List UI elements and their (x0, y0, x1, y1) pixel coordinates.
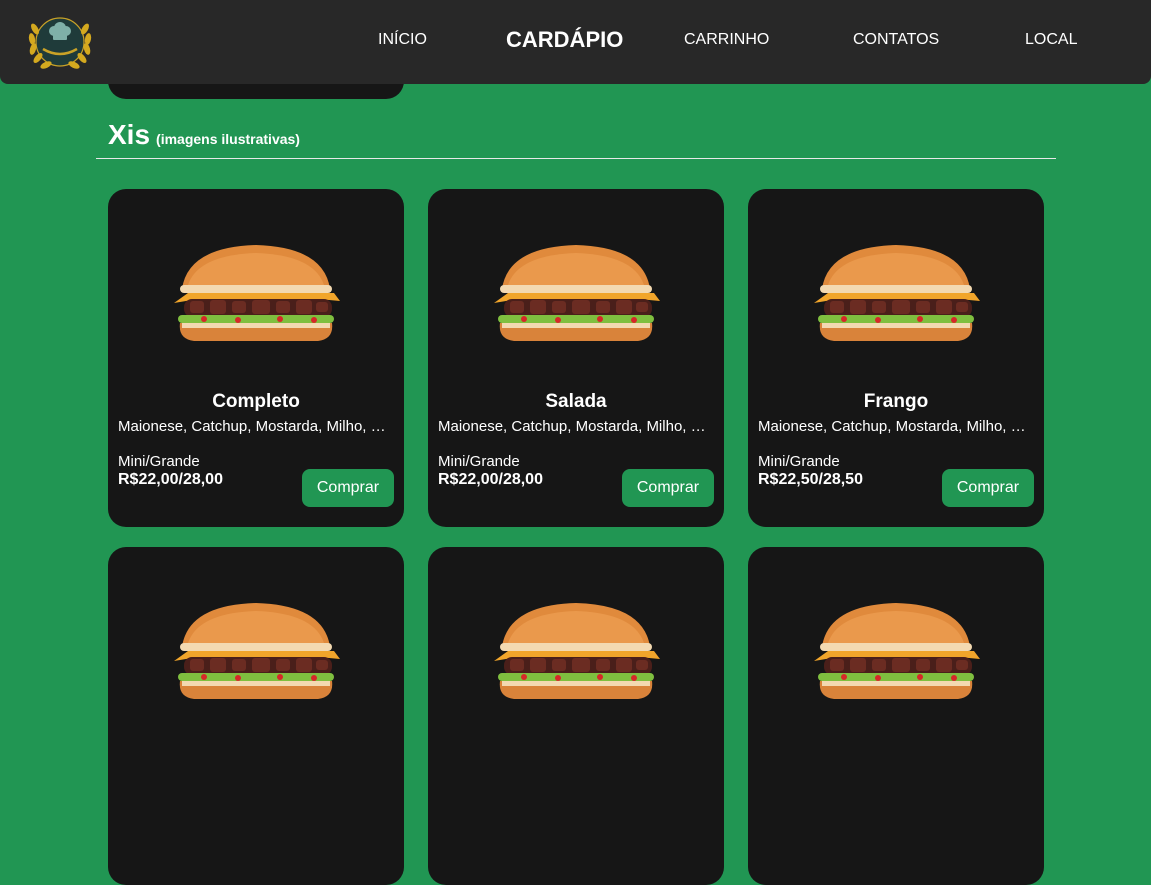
product-card (748, 547, 1044, 885)
product-size-label: Mini/Grande (758, 453, 840, 470)
section-subtitle: (imagens ilustrativas) (156, 131, 300, 147)
product-size-label: Mini/Grande (438, 453, 520, 470)
burger-image (488, 599, 664, 709)
product-price: R$22,00/28,00 (438, 471, 543, 488)
buy-button[interactable]: Comprar (622, 469, 714, 507)
nav-inicio[interactable]: INÍCIO (378, 31, 427, 49)
chef-laurel-logo-icon[interactable] (25, 9, 95, 75)
product-description: Maionese, Catchup, Mostarda, Milho, Ervi… (118, 418, 394, 435)
burger-image (168, 599, 344, 709)
section-title-text: Xis (108, 119, 151, 150)
product-description: Maionese, Catchup, Mostarda, Milho, Ervi… (758, 418, 1034, 435)
navbar: INÍCIO CARDÁPIO CARRINHO CONTATOS LOCAL (0, 0, 1151, 84)
product-price: R$22,00/28,00 (118, 471, 223, 488)
product-description: Maionese, Catchup, Mostarda, Milho, Ervi… (438, 418, 714, 435)
product-card (428, 547, 724, 885)
product-card: Frango Maionese, Catchup, Mostarda, Milh… (748, 189, 1044, 527)
product-name: Salada (545, 391, 607, 412)
product-size-label: Mini/Grande (118, 453, 200, 470)
burger-image (808, 599, 984, 709)
buy-button[interactable]: Comprar (942, 469, 1034, 507)
product-name: Completo (212, 391, 300, 412)
section-title: Xis (imagens ilustrativas) (108, 119, 300, 151)
nav-local[interactable]: LOCAL (1025, 31, 1077, 49)
product-card: Salada Maionese, Catchup, Mostarda, Milh… (428, 189, 724, 527)
buy-button[interactable]: Comprar (302, 469, 394, 507)
burger-image (808, 241, 984, 351)
product-name: Frango (863, 391, 929, 412)
section-divider (96, 158, 1056, 159)
nav-carrinho[interactable]: CARRINHO (684, 31, 769, 49)
burger-image (168, 241, 344, 351)
burger-image (488, 241, 664, 351)
product-card: Completo Maionese, Catchup, Mostarda, Mi… (108, 189, 404, 527)
nav-cardapio[interactable]: CARDÁPIO (506, 27, 623, 53)
product-card (108, 547, 404, 885)
nav-contatos[interactable]: CONTATOS (853, 31, 939, 49)
product-price: R$22,50/28,50 (758, 471, 863, 488)
